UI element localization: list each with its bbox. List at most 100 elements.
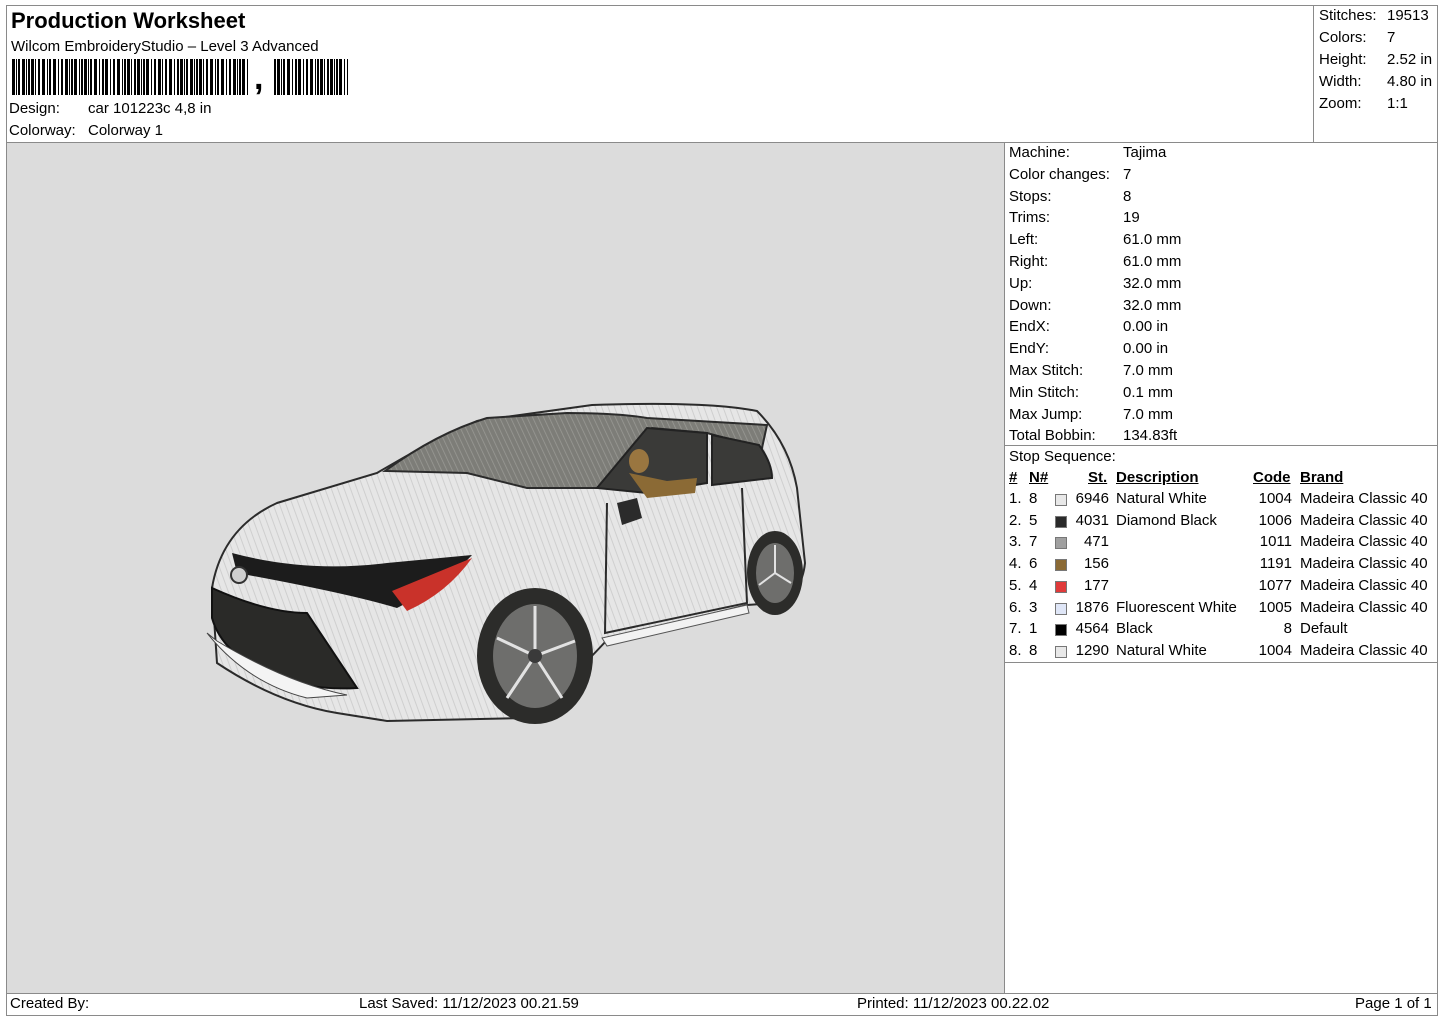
thread-color-swatch xyxy=(1055,624,1067,637)
machine-info-value: 61.0 mm xyxy=(1123,231,1182,249)
thread-color-swatch xyxy=(1055,645,1067,658)
machine-info-label: Color changes: xyxy=(1009,165,1110,183)
machine-info-label: Max Stitch: xyxy=(1009,362,1084,379)
seq-stitches: 471 xyxy=(1083,533,1109,551)
summary-colors-label: Colors: xyxy=(1319,29,1367,46)
seq-brand: Madeira Classic 40 xyxy=(1300,598,1428,616)
seq-num: 2. xyxy=(1009,511,1022,529)
created-by: Created By: xyxy=(10,995,90,1012)
machine-info-label: Total Bobbin: xyxy=(1009,427,1096,445)
table-row: 3. 7 471 1011 Madeira Classic 40 xyxy=(0,533,1445,554)
info-divider xyxy=(1004,445,1438,446)
table-row: 6. 3 1876 Fluorescent White 1005 Madeira Clas… xyxy=(0,599,1445,620)
table-row: 7. 1 4564 Black 8 Default xyxy=(0,620,1445,641)
machine-info-value: 61.0 mm xyxy=(1123,253,1182,270)
seq-num: 4. xyxy=(1009,555,1022,573)
thread-color-swatch xyxy=(1055,494,1067,506)
machine-info-value: 7 xyxy=(1123,165,1132,183)
col-brand-header: Brand xyxy=(1300,469,1344,486)
seq-needle: 3 xyxy=(1029,598,1038,616)
seq-description: Fluorescent White xyxy=(1116,598,1237,616)
seq-needle: 8 xyxy=(1029,641,1038,659)
machine-info-label: EndY: xyxy=(1009,340,1050,358)
col-st-header: St. xyxy=(1088,469,1108,486)
seq-stitches: 156 xyxy=(1083,555,1109,573)
summary-width-value: 4.80 in xyxy=(1387,73,1433,90)
table-row: 1. 8 6946 Natural White 1004 Madeira Classic … xyxy=(0,490,1445,511)
seq-stitches: 4031 xyxy=(1075,511,1109,529)
seq-needle: 7 xyxy=(1029,533,1038,551)
stop-sequence-label: Stop Sequence: xyxy=(1009,448,1116,465)
seq-num: 6. xyxy=(1009,598,1022,616)
seq-description: Black xyxy=(1116,620,1153,638)
seq-brand: Madeira Classic 40 xyxy=(1300,555,1428,573)
machine-info-label: Machine: xyxy=(1009,144,1070,161)
seq-brand: Madeira Classic 40 xyxy=(1300,533,1428,551)
seq-brand: Default xyxy=(1300,620,1348,638)
col-desc-header: Description xyxy=(1116,469,1199,486)
seq-code: 1011 xyxy=(1259,533,1292,551)
machine-info-label: Down: xyxy=(1009,296,1052,314)
page-number: Page 1 of 1 xyxy=(1355,995,1432,1012)
machine-info-value: 0.00 in xyxy=(1123,318,1169,336)
colorway-label: Colorway: xyxy=(9,122,76,139)
seq-brand: Madeira Classic 40 xyxy=(1300,511,1428,529)
thread-color-swatch xyxy=(1055,515,1067,528)
seq-code: 1077 xyxy=(1258,576,1292,594)
seq-description: Natural White xyxy=(1116,490,1207,507)
seq-stitches: 1290 xyxy=(1075,641,1109,659)
colorway-value: Colorway 1 xyxy=(88,122,164,139)
table-row: 8. 8 1290 Natural White 1004 Madeira Classic … xyxy=(0,642,1445,663)
machine-info-label: Stops: xyxy=(1009,187,1052,205)
page-title: Production Worksheet xyxy=(11,8,246,33)
summary-height-label: Height: xyxy=(1319,51,1367,68)
table-row: 4. 6 156 1191 Madeira Classic 40 xyxy=(0,555,1445,576)
machine-info-label: Trims: xyxy=(1009,209,1051,227)
seq-description: Diamond Black xyxy=(1116,511,1217,529)
machine-info-label: Max Jump: xyxy=(1009,405,1083,423)
thread-color-swatch xyxy=(1055,580,1067,593)
seq-stitches: 177 xyxy=(1083,576,1109,594)
machine-info-value: Tajima xyxy=(1123,144,1167,161)
machine-info-value: 0.1 mm xyxy=(1123,383,1174,401)
summary-colors-value: 7 xyxy=(1387,29,1396,46)
design-label: Design: xyxy=(9,100,60,117)
seq-brand: Madeira Classic 40 xyxy=(1300,576,1428,594)
machine-info-label: Right: xyxy=(1009,253,1049,270)
footer-divider xyxy=(6,993,1438,994)
machine-info-value: 32.0 mm xyxy=(1123,296,1182,314)
seq-brand: Madeira Classic 40 xyxy=(1300,490,1428,507)
machine-info-label: Min Stitch: xyxy=(1009,383,1080,401)
seq-num: 8. xyxy=(1009,641,1022,659)
seq-code: 1006 xyxy=(1258,511,1292,529)
seq-needle: 4 xyxy=(1029,576,1038,594)
summary-zoom-value: 1:1 xyxy=(1387,95,1408,112)
thread-color-swatch xyxy=(1055,602,1067,615)
seq-code: 8 xyxy=(1283,620,1292,638)
seq-needle: 5 xyxy=(1029,511,1038,529)
table-row: 5. 4 177 1077 Madeira Classic 40 xyxy=(0,577,1445,598)
design-barcode xyxy=(12,59,348,95)
seq-brand: Madeira Classic 40 xyxy=(1300,641,1428,659)
printed-date: Printed: 11/12/2023 00.22.02 xyxy=(857,995,1050,1012)
table-row: 2. 5 4031 Diamond Black 1006 Madeira Classic … xyxy=(0,512,1445,533)
machine-info-value: 7.0 mm xyxy=(1123,362,1174,379)
seq-num: 3. xyxy=(1009,533,1022,551)
barcode-separator: , xyxy=(254,59,264,97)
last-saved: Last Saved: 11/12/2023 00.21.59 xyxy=(359,995,579,1012)
summary-stitches-value: 19513 xyxy=(1387,7,1429,24)
machine-info-value: 32.0 mm xyxy=(1123,274,1182,292)
seq-num: 7. xyxy=(1009,620,1022,638)
thread-color-swatch xyxy=(1055,537,1067,550)
seq-code: 1004 xyxy=(1258,641,1292,659)
col-n-header: N# xyxy=(1029,469,1049,486)
thread-color-swatch xyxy=(1055,559,1067,572)
seq-needle: 8 xyxy=(1029,490,1038,507)
summary-width-label: Width: xyxy=(1319,73,1362,90)
summary-divider xyxy=(1313,5,1314,142)
software-name: Wilcom EmbroideryStudio – Level 3 Advanc… xyxy=(11,38,319,55)
machine-info-label: Up: xyxy=(1009,274,1033,292)
summary-zoom-label: Zoom: xyxy=(1319,95,1362,112)
seq-stitches: 6946 xyxy=(1075,490,1109,507)
seq-stitches: 4564 xyxy=(1075,620,1109,638)
